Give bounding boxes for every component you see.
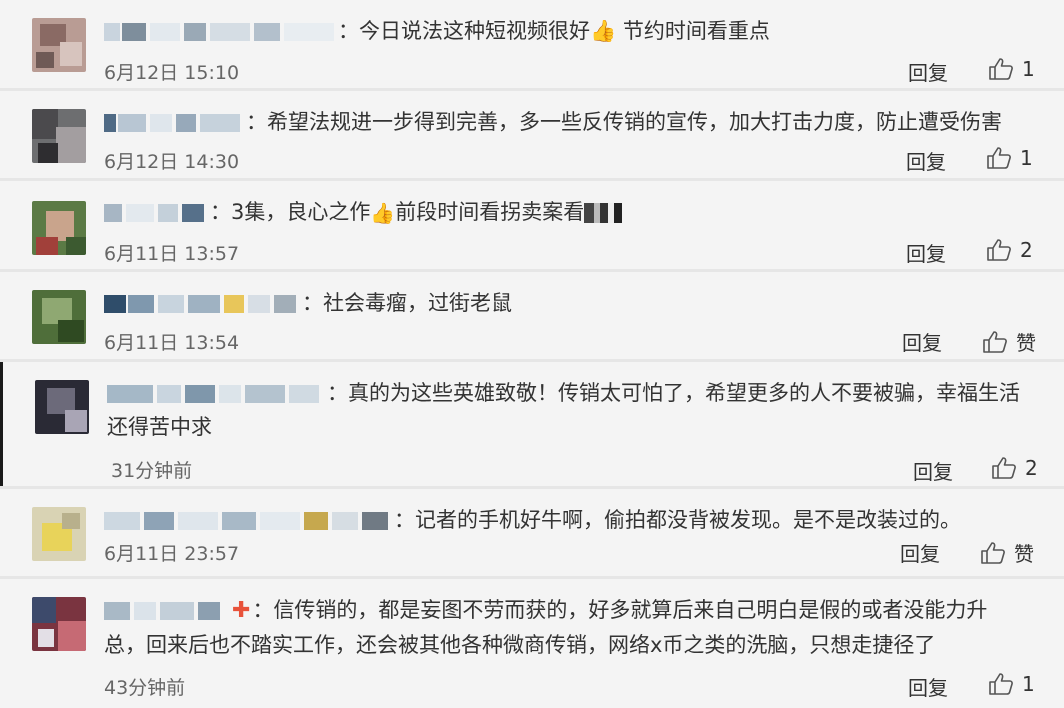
comment-item: ：记者的手机好牛啊，偷拍都没背被发现。是不是改装过的。 6月11日 23:57 … <box>0 489 1064 576</box>
avatar[interactable] <box>32 290 86 344</box>
reply-button[interactable]: 回复 <box>908 672 948 701</box>
reply-button[interactable]: 回复 <box>908 57 948 86</box>
like-button[interactable]: 1 <box>986 146 1033 170</box>
like-count: 1 <box>1022 672 1035 696</box>
comment-time: 43分钟前 <box>104 677 186 699</box>
avatar[interactable] <box>32 507 86 561</box>
username-blurred[interactable] <box>104 23 336 41</box>
thumbs-up-outline-icon <box>989 58 1013 80</box>
avatar[interactable] <box>32 201 86 255</box>
avatar[interactable] <box>32 109 86 163</box>
comment-text: ：今日说法这种短视频很好👍 节约时间看重点 <box>338 19 770 43</box>
comment-time: 6月12日 14:30 <box>104 151 240 173</box>
comment-time: 6月12日 15:10 <box>104 62 240 84</box>
reply-button[interactable]: 回复 <box>906 238 946 267</box>
reply-button[interactable]: 回复 <box>902 327 942 356</box>
username-blurred[interactable] <box>104 602 224 620</box>
comment-time: 6月11日 13:57 <box>104 243 240 265</box>
red-cross-icon: ✚ <box>232 598 251 623</box>
like-button[interactable]: 2 <box>986 238 1033 262</box>
avatar[interactable] <box>32 18 86 72</box>
avatar[interactable] <box>32 597 86 651</box>
like-button[interactable]: 2 <box>991 456 1038 480</box>
like-button[interactable]: 1 <box>988 57 1035 81</box>
thumbs-up-outline-icon <box>983 330 1007 353</box>
comment-feed: ：今日说法这种短视频很好👍 节约时间看重点 6月12日 15:10 回复 1 ：… <box>0 0 1064 708</box>
reply-button[interactable]: 回复 <box>906 146 946 175</box>
username-blurred[interactable] <box>104 295 300 313</box>
thumbs-up-outline-icon <box>987 147 1011 169</box>
thumbs-up-outline-icon <box>992 457 1016 479</box>
username-blurred[interactable] <box>104 114 244 132</box>
like-label: 赞 <box>1014 542 1034 566</box>
comment-time: 31分钟前 <box>111 460 193 482</box>
comment-item: ：社会毒瘤，过街老鼠 6月11日 13:54 回复 赞 <box>0 272 1064 359</box>
comment-item-highlighted: ：真的为这些英雄致敬！传销太可怕了，希望更多的人不要被骗，幸福生活还得苦中求 3… <box>0 362 1064 486</box>
like-label: 赞 <box>1016 331 1036 355</box>
thumbs-up-outline-icon <box>981 541 1005 564</box>
like-button[interactable]: 赞 <box>982 327 1036 356</box>
blurred-text-fragment <box>584 203 623 223</box>
reply-button[interactable]: 回复 <box>913 456 953 485</box>
comment-text-continued: 前段时间看拐卖案看 <box>395 200 585 224</box>
comment-item: ：今日说法这种短视频很好👍 节约时间看重点 6月12日 15:10 回复 1 <box>0 0 1064 88</box>
comment-time: 6月11日 13:54 <box>104 332 240 354</box>
comment-text: ：记者的手机好牛啊，偷拍都没背被发现。是不是改装过的。 <box>394 508 961 532</box>
like-count: 1 <box>1022 57 1035 81</box>
username-blurred[interactable] <box>104 512 392 530</box>
comment-item: ✚：信传销的，都是妄图不劳而获的，好多就算后来自己明白是假的或者没能力升总，回来… <box>0 579 1064 708</box>
comment-text: ：社会毒瘤，过街老鼠 <box>302 291 512 315</box>
avatar[interactable] <box>35 380 89 434</box>
like-count: 2 <box>1025 456 1038 480</box>
like-count: 1 <box>1020 146 1033 170</box>
comment-text: ：3集，良心之作 <box>210 200 371 224</box>
reply-button[interactable]: 回复 <box>900 538 940 567</box>
comment-item: ：3集，良心之作👍前段时间看拐卖案看 6月11日 13:57 回复 2 <box>0 181 1064 269</box>
thumbs-up-emoji-icon: 👍 <box>370 201 396 225</box>
comment-text: ：希望法规进一步得到完善，多一些反传销的宣传，加大打击力度，防止遭受伤害 <box>246 110 1002 134</box>
like-button[interactable]: 1 <box>988 672 1035 696</box>
like-count: 2 <box>1020 238 1033 262</box>
thumbs-up-outline-icon <box>987 239 1011 261</box>
comment-time: 6月11日 23:57 <box>104 543 240 565</box>
thumbs-up-outline-icon <box>989 673 1013 695</box>
username-blurred[interactable] <box>104 204 208 222</box>
like-button[interactable]: 赞 <box>980 538 1034 567</box>
comment-item: ：希望法规进一步得到完善，多一些反传销的宣传，加大打击力度，防止遭受伤害 6月1… <box>0 91 1064 178</box>
username-blurred[interactable] <box>107 385 325 403</box>
